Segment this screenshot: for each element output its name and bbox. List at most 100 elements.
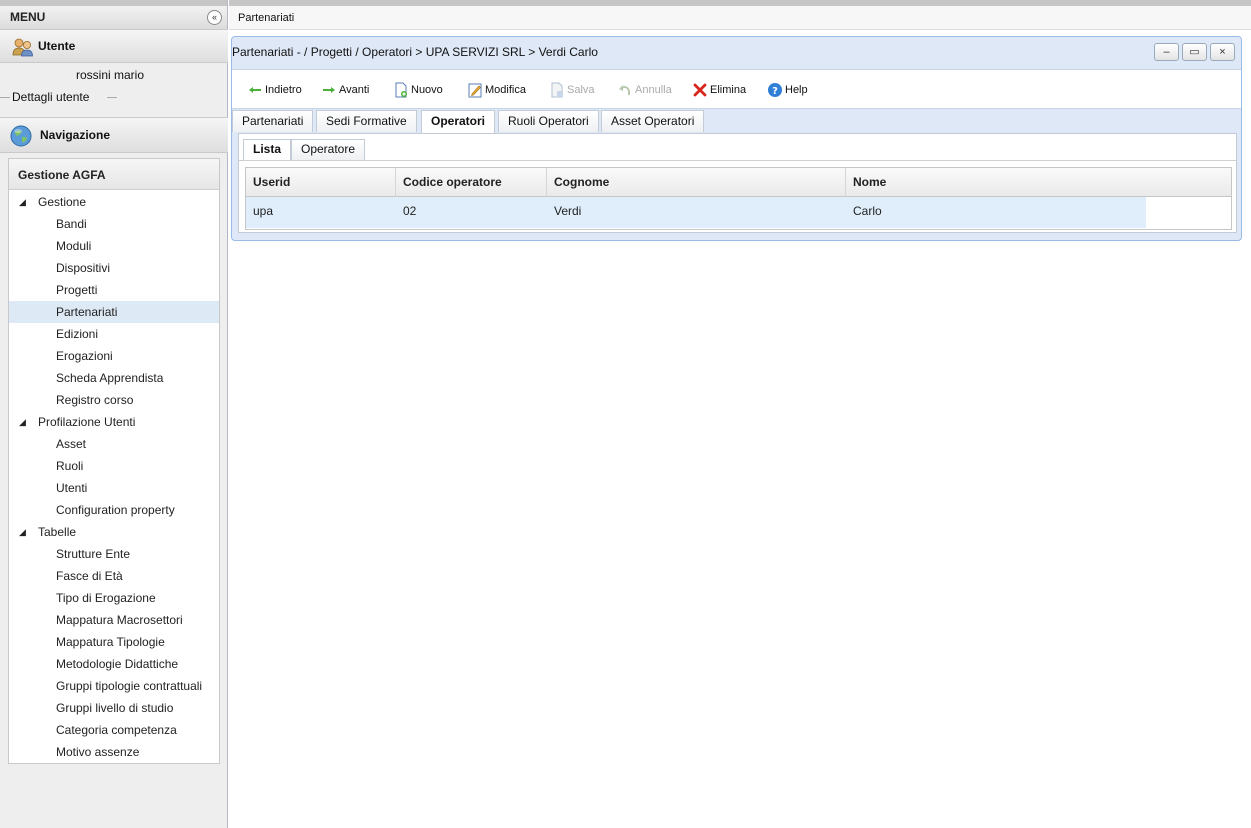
- delete-label: Elimina: [710, 84, 747, 96]
- svg-text:?: ?: [772, 86, 778, 97]
- window-title: Partenariati - / Progetti / Operatori > …: [232, 45, 598, 59]
- tree-item-label: Tabelle: [38, 525, 77, 539]
- new-button[interactable]: Nuovo: [393, 82, 443, 98]
- tree-item-mappatura-macrosettori[interactable]: Mappatura Macrosettori: [9, 609, 219, 631]
- tree-group-profilazione-utenti[interactable]: ◢ Profilazione Utenti: [9, 411, 219, 433]
- help-icon: ?: [767, 82, 783, 98]
- tab-strip: Partenariati Sedi Formative Operatori Ru…: [232, 110, 1241, 133]
- tree-item-motivo-assenze[interactable]: Motivo assenze: [9, 741, 219, 763]
- tree-item-mappatura-tipologie[interactable]: Mappatura Tipologie: [9, 631, 219, 653]
- tree-item-label: Registro corso: [56, 393, 134, 407]
- tree-item-dispositivi[interactable]: Dispositivi: [9, 257, 219, 279]
- window-titlebar[interactable]: Partenariati - / Progetti / Operatori > …: [232, 37, 1241, 67]
- navigation-section-header[interactable]: Navigazione: [0, 117, 228, 153]
- tree-item-utenti[interactable]: Utenti: [9, 477, 219, 499]
- tree-item-asset[interactable]: Asset: [9, 433, 219, 455]
- tab-sedi-formative[interactable]: Sedi Formative: [316, 110, 417, 132]
- column-header-userid[interactable]: Userid: [246, 168, 396, 197]
- expand-triangle-icon[interactable]: ◢: [19, 411, 26, 433]
- menu-header: MENU «: [0, 6, 227, 30]
- edit-button[interactable]: Modifica: [467, 82, 526, 98]
- user-name: rossini mario: [75, 68, 144, 82]
- navigation-panel-title: Gestione AGFA: [9, 159, 219, 190]
- tree-item-tipo-di-erogazione[interactable]: Tipo di Erogazione: [9, 587, 219, 609]
- tree-item-registro-corso[interactable]: Registro corso: [9, 389, 219, 411]
- table-row[interactable]: upa 02 Verdi Carlo: [246, 197, 1146, 228]
- tree-item-label: Gestione: [38, 195, 87, 209]
- tree-item-label: Configuration property: [56, 503, 175, 517]
- help-button[interactable]: ? Help: [767, 82, 808, 98]
- divider: [107, 97, 117, 98]
- tree-item-ruoli[interactable]: Ruoli: [9, 455, 219, 477]
- delete-x-icon: [692, 82, 708, 98]
- subtab-strip: Lista Operatore: [239, 134, 1236, 161]
- close-button[interactable]: ×: [1210, 43, 1235, 61]
- tree-item-label: Partenariati: [56, 305, 118, 319]
- tree-item-gruppi-livello-di-studio[interactable]: Gruppi livello di studio: [9, 697, 219, 719]
- arrow-left-icon: [247, 82, 263, 98]
- tree-item-label: Bandi: [56, 217, 87, 231]
- tab-ruoli-operatori[interactable]: Ruoli Operatori: [498, 110, 599, 132]
- tree-item-progetti[interactable]: Progetti: [9, 279, 219, 301]
- tree-group-tabelle[interactable]: ◢ Tabelle: [9, 521, 219, 543]
- navigation-section-title: Navigazione: [40, 128, 111, 142]
- cell-userid: upa: [253, 204, 274, 218]
- tree-item-bandi[interactable]: Bandi: [9, 213, 219, 235]
- delete-button[interactable]: Elimina: [692, 82, 746, 98]
- tree-item-label: Motivo assenze: [56, 745, 140, 759]
- tree-item-scheda-apprendista[interactable]: Scheda Apprendista: [9, 367, 219, 389]
- expand-triangle-icon[interactable]: ◢: [19, 191, 26, 213]
- tree-item-metodologie-didattiche[interactable]: Metodologie Didattiche: [9, 653, 219, 675]
- save-icon: [549, 82, 565, 98]
- minimize-button[interactable]: –: [1154, 43, 1179, 61]
- save-button[interactable]: Salva: [549, 82, 595, 98]
- tree-item-configuration-property[interactable]: Configuration property: [9, 499, 219, 521]
- subtab-operatore[interactable]: Operatore: [291, 139, 366, 160]
- user-details-fieldset[interactable]: Dettagli utente: [0, 90, 228, 104]
- tree-item-strutture-ente[interactable]: Strutture Ente: [9, 543, 219, 565]
- tree-item-label: Strutture Ente: [56, 547, 131, 561]
- tree-item-gruppi-tipologie-contrattuali[interactable]: Gruppi tipologie contrattuali: [9, 675, 219, 697]
- column-header-codice-operatore[interactable]: Codice operatore: [396, 168, 547, 197]
- save-label: Salva: [567, 84, 595, 96]
- tree-item-erogazioni[interactable]: Erogazioni: [9, 345, 219, 367]
- menu-title: MENU: [10, 10, 46, 24]
- cancel-button[interactable]: Annulla: [617, 82, 672, 98]
- maximize-button[interactable]: ▭: [1182, 43, 1207, 61]
- tree-item-label: Dispositivi: [56, 261, 111, 275]
- tree-item-label: Progetti: [56, 283, 98, 297]
- cell-codice-operatore: 02: [403, 204, 417, 218]
- tree-item-label: Ruoli: [56, 459, 84, 473]
- forward-label: Avanti: [339, 84, 370, 96]
- tab-asset-operatori[interactable]: Asset Operatori: [601, 110, 705, 132]
- tree-item-edizioni[interactable]: Edizioni: [9, 323, 219, 345]
- toolbar: Indietro Avanti Nuovo Modifica Salva Ann…: [232, 69, 1241, 109]
- cancel-label: Annulla: [635, 84, 672, 96]
- expand-triangle-icon[interactable]: ◢: [19, 521, 26, 543]
- globe-icon: [10, 125, 32, 147]
- tree-item-label: Tipo di Erogazione: [56, 591, 156, 605]
- tree-item-label: Scheda Apprendista: [56, 371, 164, 385]
- arrow-right-icon: [321, 82, 337, 98]
- divider: [0, 97, 10, 98]
- tree-item-fasce-di-et[interactable]: Fasce di Età: [9, 565, 219, 587]
- tree-item-label: Gruppi livello di studio: [56, 701, 174, 715]
- subtab-lista[interactable]: Lista: [243, 139, 292, 160]
- tree-item-partenariati[interactable]: Partenariati: [9, 301, 219, 323]
- back-button[interactable]: Indietro: [247, 82, 302, 98]
- tree-item-label: Profilazione Utenti: [38, 415, 136, 429]
- collapse-menu-icon[interactable]: «: [207, 10, 222, 25]
- tree-item-moduli[interactable]: Moduli: [9, 235, 219, 257]
- undo-icon: [617, 82, 633, 98]
- tree-item-label: Mappatura Tipologie: [56, 635, 165, 649]
- tab-operatori[interactable]: Operatori: [421, 110, 496, 133]
- tree-item-categoria-competenza[interactable]: Categoria competenza: [9, 719, 219, 741]
- column-header-nome[interactable]: Nome: [846, 168, 1231, 197]
- forward-button[interactable]: Avanti: [321, 82, 369, 98]
- user-details-label[interactable]: Dettagli utente: [12, 90, 90, 104]
- new-document-icon: [393, 82, 409, 98]
- user-section-header[interactable]: Utente: [0, 29, 228, 63]
- tree-group-gestione[interactable]: ◢ Gestione: [9, 191, 219, 213]
- column-header-cognome[interactable]: Cognome: [547, 168, 846, 197]
- tab-partenariati[interactable]: Partenariati: [232, 110, 314, 132]
